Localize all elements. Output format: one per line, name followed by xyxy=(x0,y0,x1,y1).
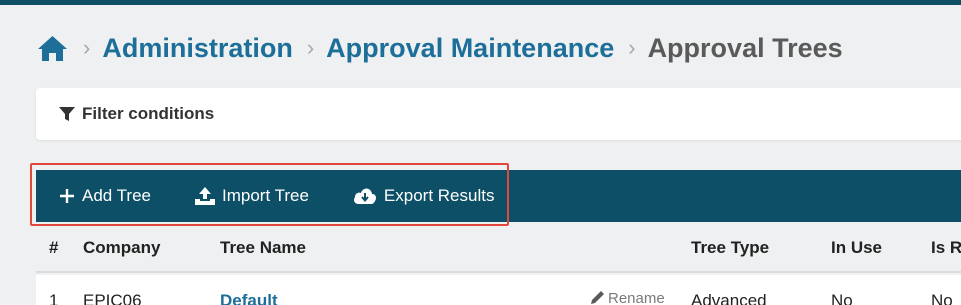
chevron-right-icon: › xyxy=(628,35,636,60)
pencil-icon xyxy=(591,291,604,304)
page-title: Approval Trees xyxy=(647,32,843,63)
breadcrumb-approval-maintenance[interactable]: Approval Maintenance xyxy=(326,33,614,64)
column-header-number: # xyxy=(49,238,59,257)
table-row: 1 EPIC06 Default Rename Advanced No No xyxy=(36,275,961,305)
row-tree-type: Advanced xyxy=(691,291,767,305)
home-icon[interactable] xyxy=(36,34,69,62)
filter-conditions-toggle[interactable]: Filter conditions xyxy=(36,88,961,140)
breadcrumb: › Administration › Approval Maintenance … xyxy=(36,28,843,68)
filter-icon xyxy=(59,107,75,121)
add-tree-label: Add Tree xyxy=(82,186,151,205)
table-header: # Company Tree Name Tree Type In Use Is … xyxy=(36,226,961,273)
rename-button[interactable]: Rename xyxy=(588,289,665,305)
row-company: EPIC06 xyxy=(83,291,142,305)
row-number: 1 xyxy=(49,291,59,305)
tree-name-link[interactable]: Default xyxy=(220,291,278,305)
chevron-right-icon: › xyxy=(306,35,315,60)
add-tree-button[interactable]: Add Tree xyxy=(58,186,151,206)
column-header-tree-type[interactable]: Tree Type xyxy=(691,238,769,258)
export-results-label: Export Results xyxy=(383,186,495,205)
import-tree-button[interactable]: Import Tree xyxy=(194,186,309,206)
action-toolbar: Add Tree Import Tree Export Results xyxy=(36,170,961,222)
filter-conditions-label: Filter conditions xyxy=(82,104,215,123)
breadcrumb-administration[interactable]: Administration xyxy=(102,33,293,64)
column-header-company[interactable]: Company xyxy=(83,238,160,258)
row-in-use: No xyxy=(831,291,853,305)
plus-icon xyxy=(60,189,74,203)
column-header-is-r[interactable]: Is R xyxy=(931,238,961,258)
top-accent-bar xyxy=(0,0,961,5)
column-header-in-use[interactable]: In Use xyxy=(831,238,882,258)
rename-label: Rename xyxy=(608,289,665,305)
row-is-r: No xyxy=(931,291,953,305)
cloud-download-icon xyxy=(353,188,376,204)
column-header-tree-name[interactable]: Tree Name xyxy=(220,238,306,258)
upload-icon xyxy=(195,187,215,205)
import-tree-label: Import Tree xyxy=(222,186,309,205)
export-results-button[interactable]: Export Results xyxy=(352,186,495,206)
chevron-right-icon: › xyxy=(83,35,91,60)
